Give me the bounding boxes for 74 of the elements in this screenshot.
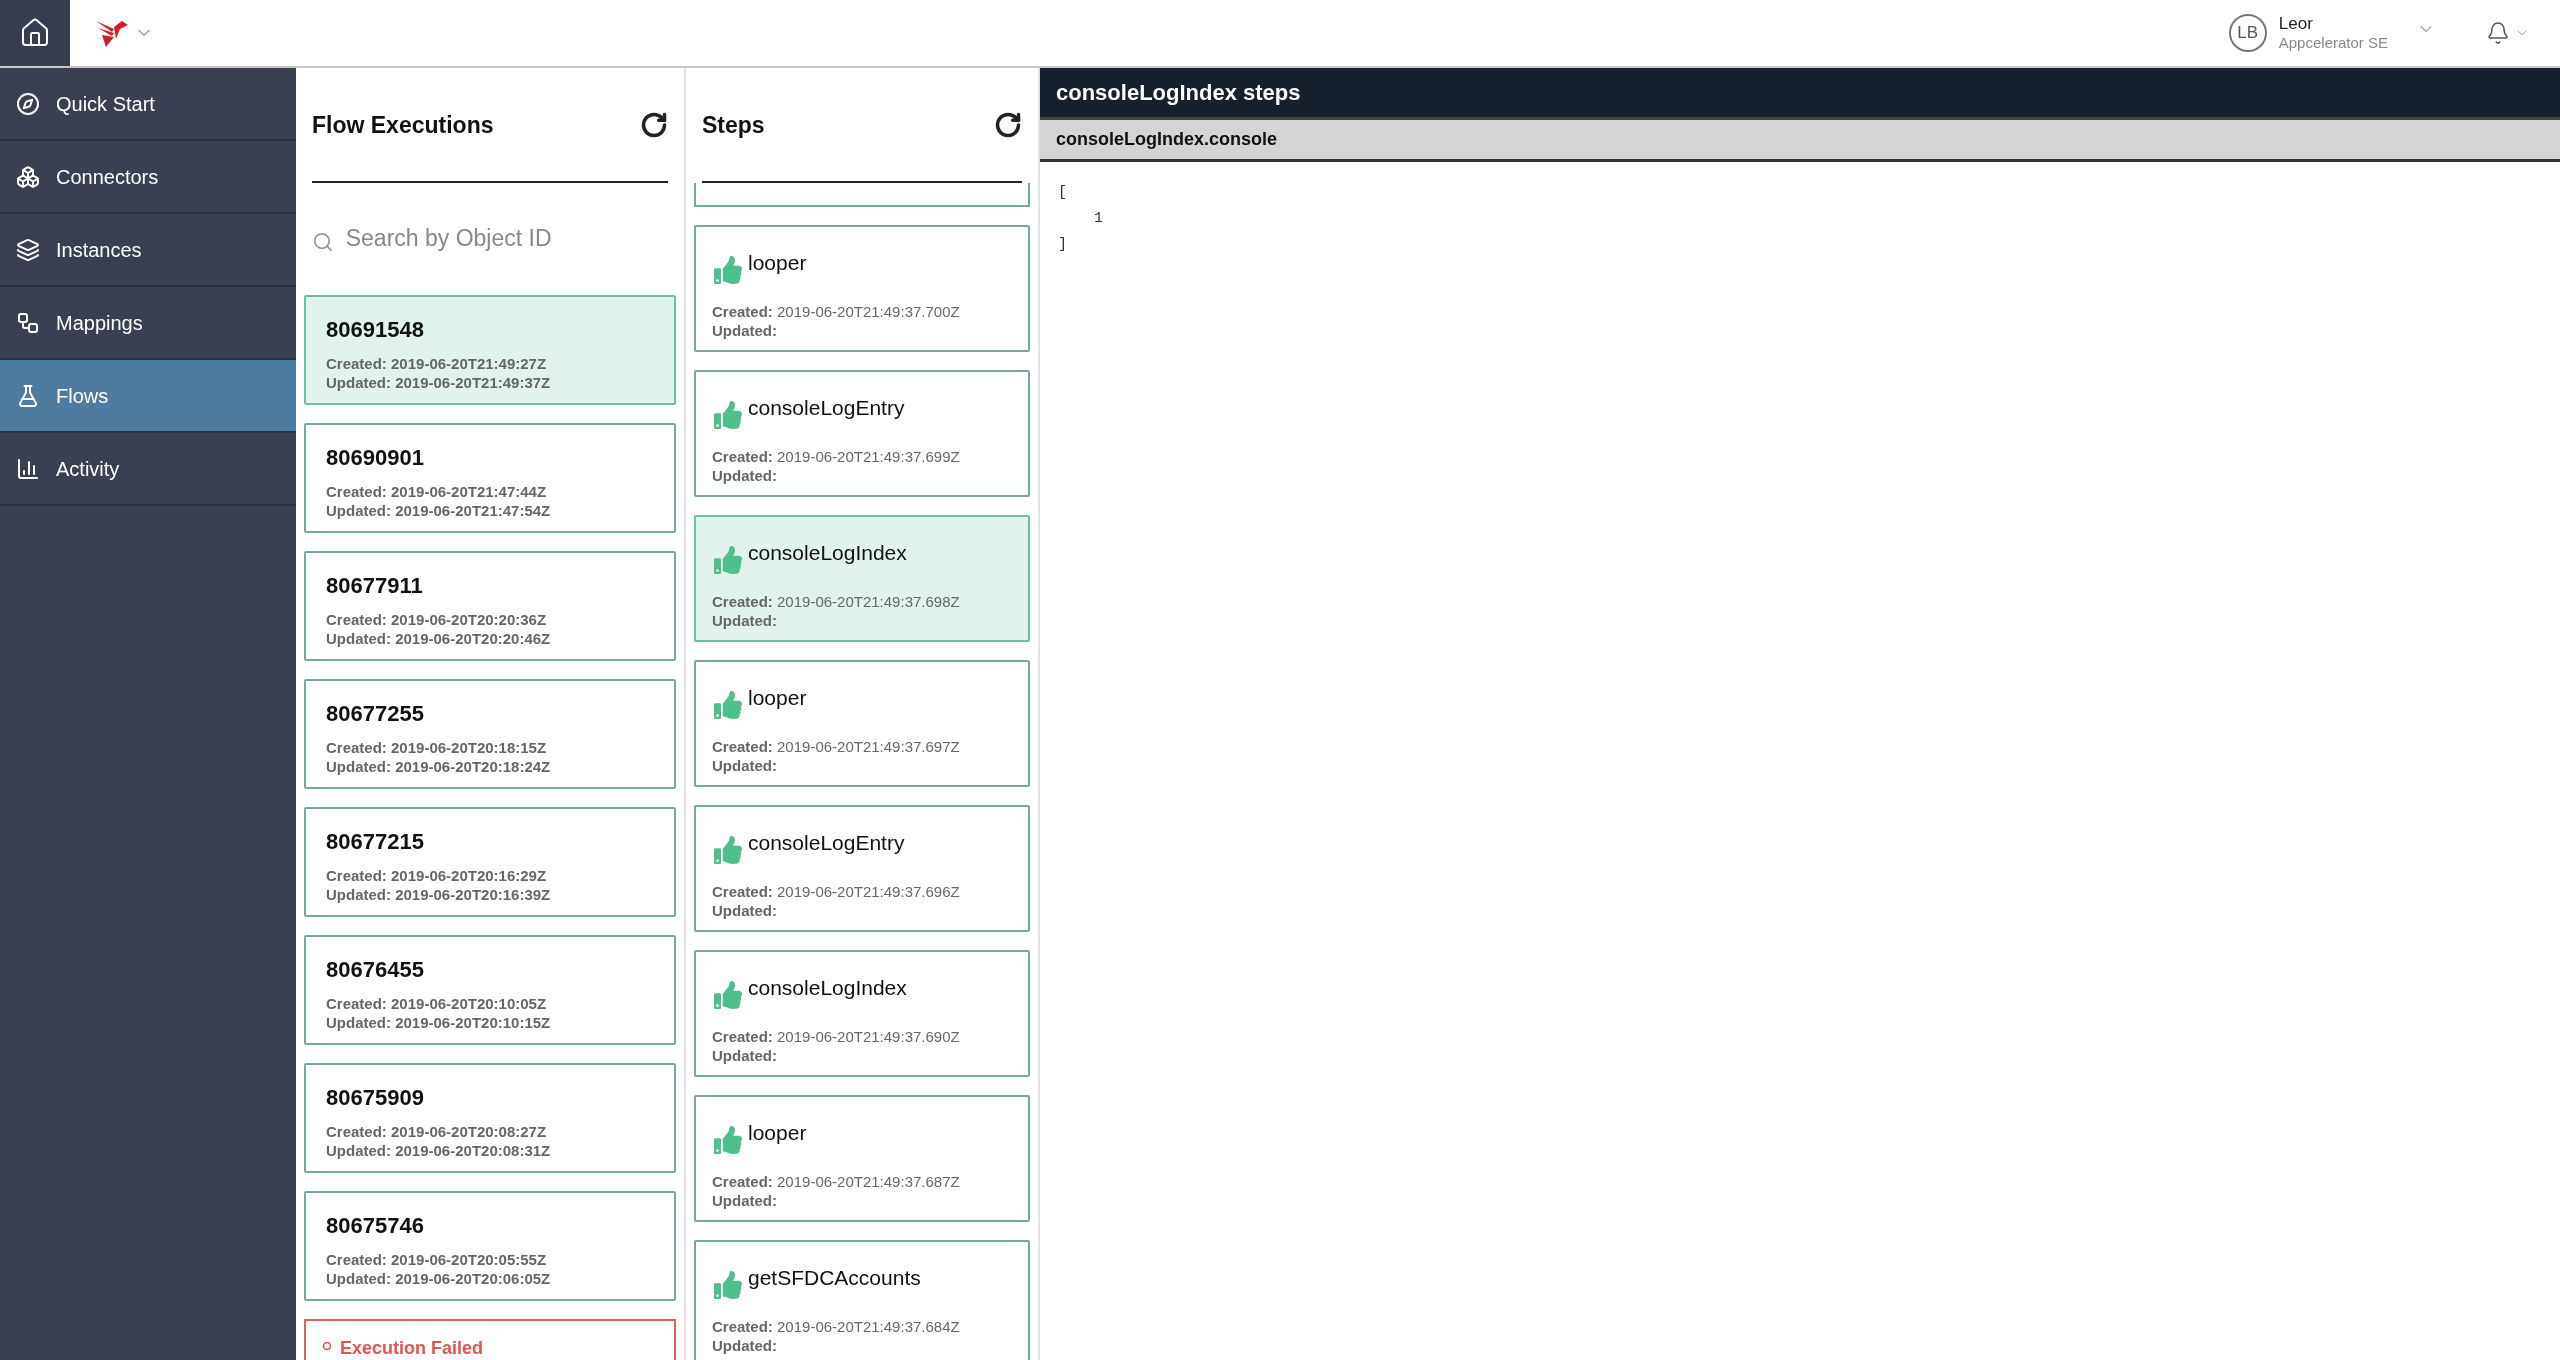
step-name: getSFDCAccounts [748,1264,921,1291]
step-created: Created: 2019-06-20T21:49:37.700Z [712,302,960,321]
step-card[interactable]: consoleLogEntry Created: 2019-06-20T21:49:37.696Z Updated: [694,804,1030,932]
bar-chart-icon [16,456,40,481]
step-created: Created: 2019-06-20T21:49:37.684Z [712,1317,960,1336]
sidebar-item[interactable]: Flows [0,360,296,433]
execution-card[interactable]: 80675746 Created: 2019-06-20T20:05:55Z Updated: 2019-06-20T20:06:05Z [304,1191,676,1301]
step-created: Created: 2019-06-20T21:49:37.696Z [712,882,960,901]
step-name: consoleLogEntry [748,829,905,856]
step-created: Created: 2019-06-20T21:49:37.690Z [712,1027,960,1046]
step-updated: Updated: [712,901,777,920]
step-name: looper [748,249,807,276]
user-avatar: LB [2228,14,2267,52]
user-menu-button[interactable]: LB Leor Appcelerator SE [2228,13,2436,53]
step-card[interactable]: getSFDCAccounts Created: 2019-06-20T21:49:37.684Z Updated: [694,1239,1030,1360]
step-updated: Updated: [712,1336,777,1355]
step-name: consoleLogIndex [748,539,907,566]
thumbs-up-icon [712,1271,744,1299]
step-name: looper [748,1119,807,1146]
step-updated: Updated: [712,611,777,630]
home-button[interactable] [0,0,70,66]
step-name: consoleLogEntry [748,394,905,421]
compass-icon [16,91,40,116]
panel-title: Flow Executions [312,111,494,140]
step-card[interactable]: looper Created: 2019-06-20T21:49:37.700Z Updated: [694,224,1030,352]
step-card[interactable]: looper Created: 2019-06-20T21:49:37.687Z Updated: [694,1094,1030,1222]
refresh-button[interactable] [994,111,1022,140]
step-created: Created: 2019-06-20T21:49:37.698Z [712,592,960,611]
status-circle-icon [322,1341,332,1351]
step-name: consoleLogIndex [748,974,907,1001]
step-card[interactable]: consoleLogIndex Created: 2019-06-20T21:49:37.698Z Updated: [694,514,1030,642]
execution-card[interactable]: 80677911 Created: 2019-06-20T20:20:36Z Updated: 2019-06-20T20:20:46Z [304,551,676,661]
step-updated: Updated: [712,756,777,775]
step-updated: Updated: [712,466,777,485]
thumbs-up-icon [712,836,744,864]
cubes-icon [16,164,40,189]
user-name: Leor [2278,13,2313,35]
execution-card[interactable]: 80691548 Created: 2019-06-20T21:49:27Z Updated: 2019-06-20T21:49:37Z [304,295,676,405]
execution-card[interactable]: 80690901 Created: 2019-06-20T21:47:44Z Updated: 2019-06-20T21:47:54Z [304,423,676,533]
refresh-icon [994,111,1022,140]
step-card[interactable]: consoleLogEntry Created: 2019-06-20T21:49:37.699Z Updated: [694,369,1030,497]
thumbs-up-icon [712,546,744,574]
flask-icon [16,383,40,408]
bell-icon [2486,21,2510,45]
step-created: Created: 2019-06-20T21:49:37.687Z [712,1172,960,1191]
step-created: Created: 2019-06-20T21:49:37.697Z [712,737,960,756]
thumbs-up-icon [712,691,744,719]
refresh-icon [640,111,668,140]
step-updated: Updated: [712,1046,777,1065]
nodes-icon [16,310,40,335]
execution-card[interactable]: 80676455 Created: 2019-06-20T20:10:05Z Updated: 2019-06-20T20:10:15Z [304,935,676,1045]
step-card[interactable]: consoleLogIndex Created: 2019-06-20T21:49:37.690Z Updated: [694,949,1030,1077]
step-updated: Updated: [712,1191,777,1210]
step-name: looper [748,684,807,711]
step-created: Created: 2019-06-20T21:49:37.699Z [712,447,960,466]
home-icon [19,17,51,49]
code-text: [ 1 ] [1057,183,1104,255]
refresh-button[interactable] [640,111,668,140]
error-message: Execution Failed [340,1337,484,1360]
thumbs-up-icon [712,1126,744,1154]
thumbs-up-icon [712,981,744,1009]
user-role: Appcelerator SE [2278,34,2388,53]
thumbs-up-icon [712,256,744,284]
execution-card[interactable]: 80677255 Created: 2019-06-20T20:18:15Z Updated: 2019-06-20T20:18:24Z [304,679,676,789]
detail-header: consoleLogIndex steps [1040,68,2560,120]
panel-title: Steps [702,111,765,140]
execution-card[interactable]: 80677215 Created: 2019-06-20T20:16:29Z Updated: 2019-06-20T20:16:39Z [304,807,676,917]
thumbs-up-icon [712,401,744,429]
step-updated: Updated: [712,321,777,340]
layers-icon [16,237,40,262]
step-card[interactable]: looper Created: 2019-06-20T21:49:37.697Z Updated: [694,659,1030,787]
section-header: consoleLogIndex.console [1040,120,2560,162]
search-field[interactable]: Search by Object ID [312,220,668,255]
execution-card[interactable]: 80675909 Created: 2019-06-20T20:08:27Z Updated: 2019-06-20T20:08:31Z [304,1063,676,1173]
